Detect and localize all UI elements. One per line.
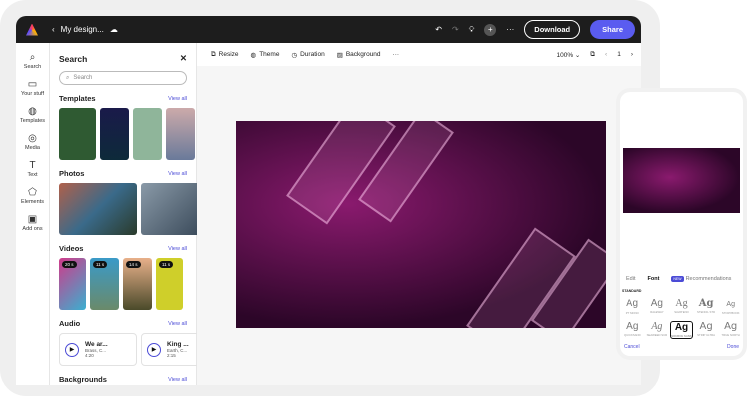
next-page-icon[interactable]: › [631, 51, 633, 58]
search-input[interactable]: ⌕ Search [59, 71, 187, 85]
rail-item-search[interactable]: ⌕ Search [16, 52, 49, 70]
view-all-link[interactable]: View all [168, 321, 187, 327]
font-option[interactable]: Ag SAVATENO [669, 298, 694, 315]
lightbulb-icon[interactable]: 💡︎ [469, 25, 475, 35]
videos-heading: Videos [59, 244, 84, 253]
tab-recommendations[interactable]: NEW Recommendations [671, 276, 731, 282]
back-icon[interactable]: ‹ [52, 25, 55, 34]
font-option[interactable]: Ag STRIP ULTRA [694, 321, 719, 339]
font-option[interactable]: Ag SEAWEED SCR [645, 321, 670, 339]
rail-item-your-stuff[interactable]: ▭ Your stuff [16, 79, 49, 97]
rail-item-add-ons[interactable]: ▣ Add ons [16, 214, 49, 232]
resize-icon: ⧉ [211, 50, 216, 58]
rail-item-media[interactable]: ◎ Media [16, 133, 49, 151]
templates-heading: Templates [59, 94, 96, 103]
phone-screen: Edit Font NEW Recommendations STANDARD Ag… [620, 92, 743, 356]
share-button[interactable]: Share [590, 20, 635, 39]
view-all-link[interactable]: View all [168, 96, 187, 102]
font-option[interactable]: Ag QUICKSAND [620, 321, 645, 339]
text-icon: T [29, 160, 36, 171]
your-stuff-icon: ▭ [27, 79, 38, 90]
adobe-express-logo [26, 23, 38, 36]
phone-frame: Edit Font NEW Recommendations STANDARD Ag… [616, 88, 747, 360]
redo-icon[interactable]: ↷ [452, 25, 459, 34]
video-thumb[interactable]: 20 s [59, 258, 86, 310]
zoom-dropdown[interactable]: 100% ⌄ [556, 51, 580, 59]
undo-icon[interactable]: ↶ [435, 25, 442, 34]
font-option[interactable]: Ag SOURCE SANS [670, 321, 693, 339]
download-button[interactable]: Download [524, 20, 581, 39]
cancel-button[interactable]: Cancel [624, 344, 640, 350]
background-icon: ▨ [336, 51, 343, 59]
prev-page-icon[interactable]: ‹ [605, 51, 607, 58]
document-title[interactable]: My design... [61, 25, 104, 34]
tab-edit[interactable]: Edit [626, 276, 635, 282]
more-icon[interactable]: ··· [506, 25, 514, 34]
standard-label: STANDARD [622, 289, 642, 293]
rail-item-elements[interactable]: ⬠ Elements [16, 187, 49, 205]
resize-button[interactable]: ⧉ Resize [211, 51, 239, 59]
rail-item-templates[interactable]: ◍ Templates [16, 106, 49, 124]
photos-heading: Photos [59, 169, 85, 178]
tab-font[interactable]: Font [647, 276, 659, 282]
play-icon[interactable]: ▶ [147, 342, 161, 357]
view-all-link[interactable]: View all [168, 377, 187, 383]
font-option[interactable]: Ag STENCIL STD [694, 298, 719, 315]
media-icon: ◎ [28, 133, 37, 144]
design-canvas[interactable] [236, 121, 606, 328]
photo-thumb[interactable] [59, 183, 137, 235]
app-window: ‹ My design... ☁ ↶ ↷ 💡︎ + ··· Download S… [16, 16, 641, 385]
theme-button[interactable]: ◍ Theme [251, 51, 280, 59]
audio-heading: Audio [59, 319, 81, 328]
cloud-icon: ☁ [109, 25, 118, 34]
close-icon[interactable]: ✕ [180, 53, 187, 64]
view-all-link[interactable]: View all [168, 171, 187, 177]
done-button[interactable]: Done [727, 344, 739, 350]
elements-icon: ⬠ [28, 187, 37, 198]
audio-item[interactable]: ▶ King ... Earth, C... 2:15 [141, 333, 197, 366]
top-bar: ‹ My design... ☁ ↶ ↷ 💡︎ + ··· Download S… [16, 16, 641, 43]
photo-thumb[interactable] [141, 183, 197, 235]
font-option[interactable]: Ag TRUE NORTH [718, 321, 743, 339]
left-rail: ⌕ Search ▭ Your stuff ◍ Templates ◎ Media T Text ⬠… [16, 43, 50, 385]
page-number: 1 [617, 51, 621, 58]
add-collaborator-button[interactable]: + [484, 23, 497, 36]
panel-title: Search [59, 53, 88, 64]
more-icon[interactable]: ··· [393, 51, 400, 58]
add-ons-icon: ▣ [27, 214, 38, 225]
search-icon: ⌕ [66, 74, 70, 81]
template-thumb[interactable] [166, 108, 195, 160]
pages-icon[interactable]: ⧉ [590, 51, 595, 59]
font-option[interactable]: Ag STORYBOOK [718, 298, 743, 315]
search-icon: ⌕ [29, 52, 36, 63]
phone-preview [623, 148, 740, 213]
font-option[interactable]: Ag PT MONO [620, 298, 645, 315]
canvas-toolbar: ⧉ Resize ◍ Theme ◷ Duration ▨ Background ···… [197, 43, 641, 66]
template-thumb[interactable] [100, 108, 129, 160]
video-thumb[interactable]: 14 s [123, 258, 152, 310]
background-button[interactable]: ▨ Background [337, 51, 381, 59]
clock-icon: ◷ [291, 51, 298, 59]
duration-button[interactable]: ◷ Duration [291, 51, 324, 59]
search-panel: Search ✕ ⌕ Search Templates View all Photos… [50, 43, 197, 385]
font-option[interactable]: Ag RALEWAY [645, 298, 670, 315]
video-thumb[interactable]: 11 s [156, 258, 183, 310]
backgrounds-heading: Backgrounds [59, 375, 107, 384]
template-thumb[interactable] [133, 108, 162, 160]
template-thumb[interactable] [59, 108, 96, 160]
rail-item-text[interactable]: T Text [16, 160, 49, 178]
play-icon[interactable]: ▶ [65, 342, 79, 357]
theme-icon: ◍ [250, 51, 257, 59]
audio-item[interactable]: ▶ We ar... Brass, C... 4:20 [59, 333, 137, 366]
font-grid: Ag PT MONO Ag RALEWAY Ag SAVATENO Ag STENCIL ST… [620, 298, 743, 339]
video-thumb[interactable]: 11 s [90, 258, 119, 310]
view-all-link[interactable]: View all [168, 246, 187, 252]
templates-icon: ◍ [28, 106, 37, 117]
